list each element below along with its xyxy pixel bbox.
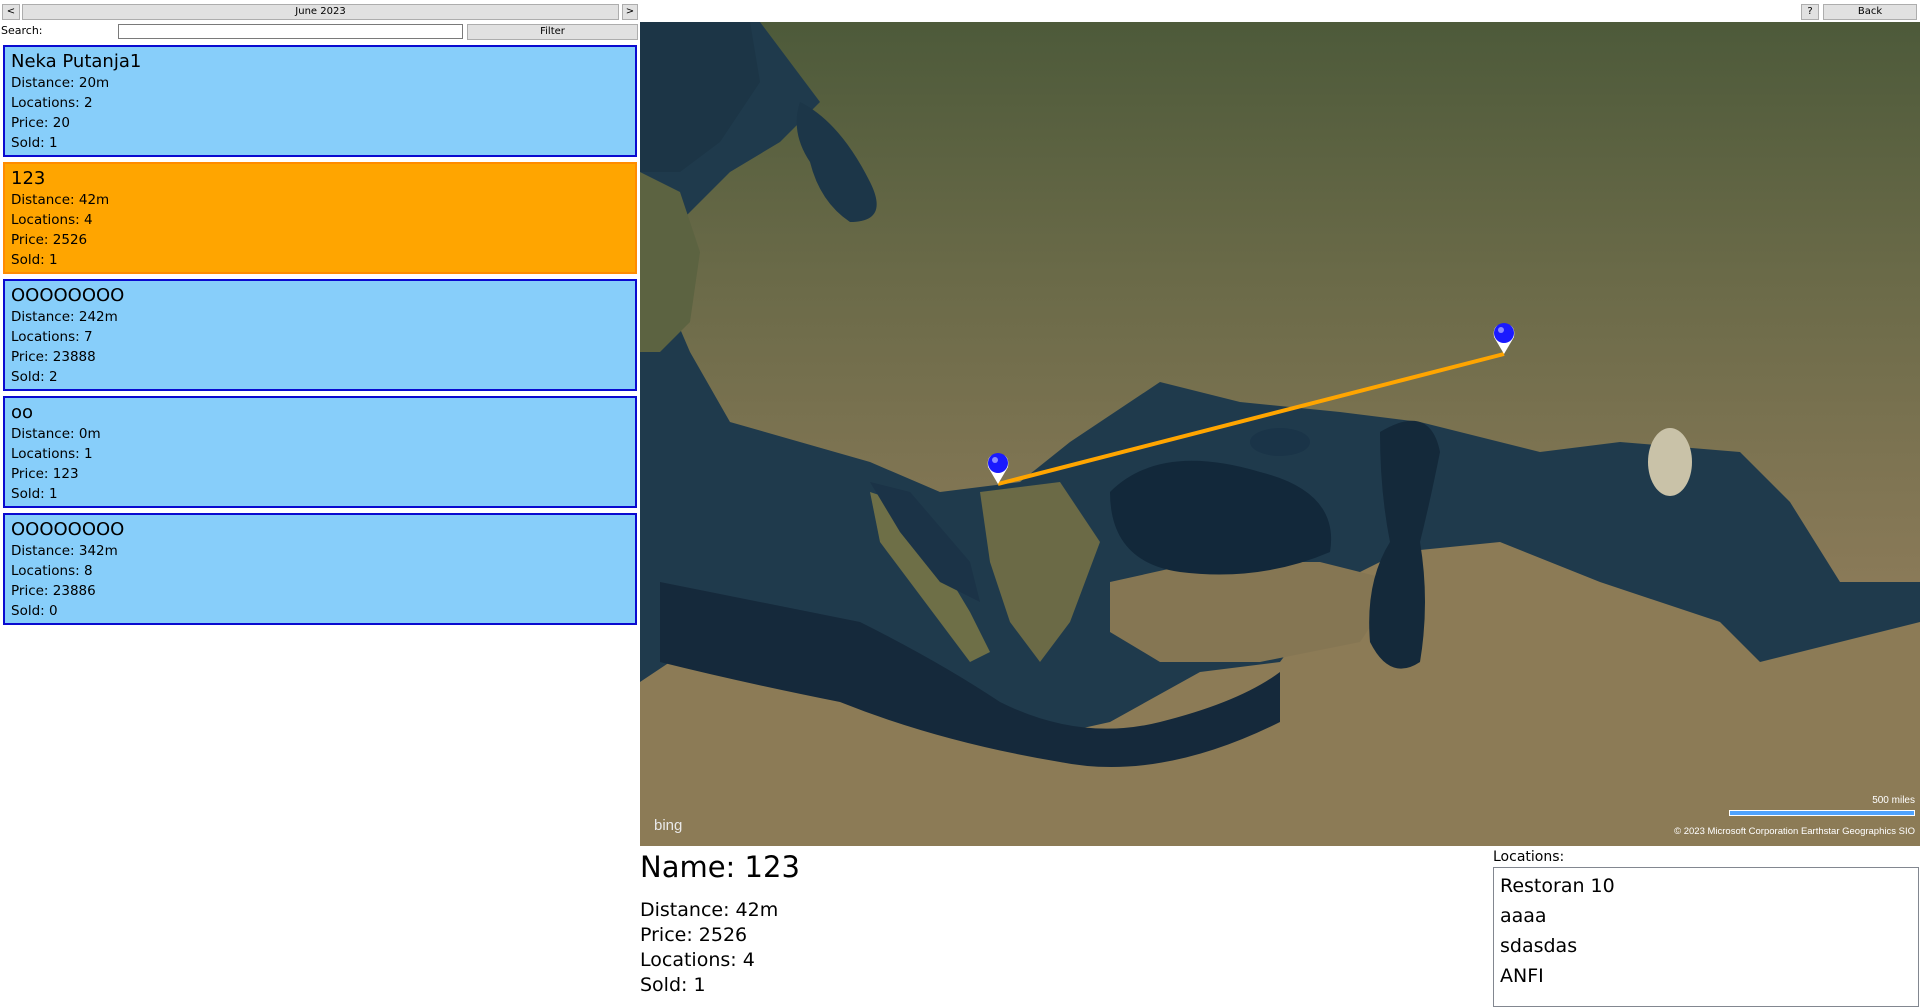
scale-label: 500 miles — [1872, 795, 1915, 806]
route-locations: Locations: 2 — [11, 95, 93, 111]
route-card[interactable]: OOOOOOOO Distance: 242m Locations: 7 Pri… — [3, 279, 637, 391]
filter-button[interactable]: Filter — [467, 24, 638, 40]
route-sold: Sold: 0 — [11, 603, 58, 619]
route-card[interactable]: oo Distance: 0m Locations: 1 Price: 123 … — [3, 396, 637, 508]
route-price: Price: 23886 — [11, 583, 96, 599]
route-sold: Sold: 1 — [11, 135, 58, 151]
route-name: OOOOOOOO — [11, 519, 125, 540]
route-card[interactable]: 123 Distance: 42m Locations: 4 Price: 25… — [3, 162, 637, 274]
detail-locations: Locations: 4 — [640, 949, 755, 971]
route-sold: Sold: 2 — [11, 369, 58, 385]
route-price: Price: 23888 — [11, 349, 96, 365]
route-name: oo — [11, 402, 34, 423]
route-locations: Locations: 1 — [11, 446, 93, 462]
route-card[interactable]: Neka Putanja1 Distance: 20m Locations: 2… — [3, 45, 637, 157]
location-item[interactable]: ANFI — [1500, 964, 1544, 988]
bing-logo: bing — [654, 817, 683, 834]
location-item[interactable]: aaaa — [1500, 904, 1547, 928]
satellite-map-image — [640, 22, 1920, 846]
route-sold: Sold: 1 — [11, 252, 58, 268]
back-button[interactable]: Back — [1823, 4, 1917, 20]
map-view[interactable]: bing 500 miles © 2023 Microsoft Corporat… — [640, 22, 1920, 846]
route-distance: Distance: 20m — [11, 75, 110, 91]
route-price: Price: 2526 — [11, 232, 88, 248]
locations-label: Locations: — [1493, 849, 1565, 865]
route-card[interactable]: OOOOOOOO Distance: 342m Locations: 8 Pri… — [3, 513, 637, 625]
route-distance: Distance: 342m — [11, 543, 118, 559]
route-distance: Distance: 42m — [11, 192, 110, 208]
search-label: Search: — [1, 24, 43, 37]
route-distance: Distance: 0m — [11, 426, 101, 442]
route-price: Price: 20 — [11, 115, 70, 131]
route-locations: Locations: 7 — [11, 329, 93, 345]
detail-price: Price: 2526 — [640, 924, 748, 946]
search-input[interactable] — [118, 24, 463, 39]
detail-name: Name: 123 — [640, 850, 800, 884]
prev-month-button[interactable]: < — [2, 4, 20, 20]
route-distance: Distance: 242m — [11, 309, 118, 325]
help-button[interactable]: ? — [1801, 4, 1819, 20]
detail-sold: Sold: 1 — [640, 974, 706, 996]
location-item[interactable]: sdasdas — [1500, 934, 1577, 958]
next-month-button[interactable]: > — [622, 4, 638, 20]
route-locations: Locations: 4 — [11, 212, 93, 228]
route-price: Price: 123 — [11, 466, 79, 482]
route-list[interactable]: Neka Putanja1 Distance: 20m Locations: 2… — [3, 45, 637, 630]
route-sold: Sold: 1 — [11, 486, 58, 502]
month-selector-button[interactable]: June 2023 — [22, 4, 619, 20]
map-copyright: © 2023 Microsoft Corporation Earthstar G… — [1674, 826, 1915, 837]
detail-distance: Distance: 42m — [640, 899, 779, 921]
route-locations: Locations: 8 — [11, 563, 93, 579]
location-item[interactable]: Restoran 10 — [1500, 874, 1615, 898]
route-name: 123 — [11, 168, 46, 189]
scale-bar — [1729, 810, 1915, 816]
route-name: OOOOOOOO — [11, 285, 125, 306]
locations-list[interactable]: Restoran 10 aaaa sdasdas ANFI — [1493, 867, 1919, 1007]
route-name: Neka Putanja1 — [11, 51, 142, 72]
